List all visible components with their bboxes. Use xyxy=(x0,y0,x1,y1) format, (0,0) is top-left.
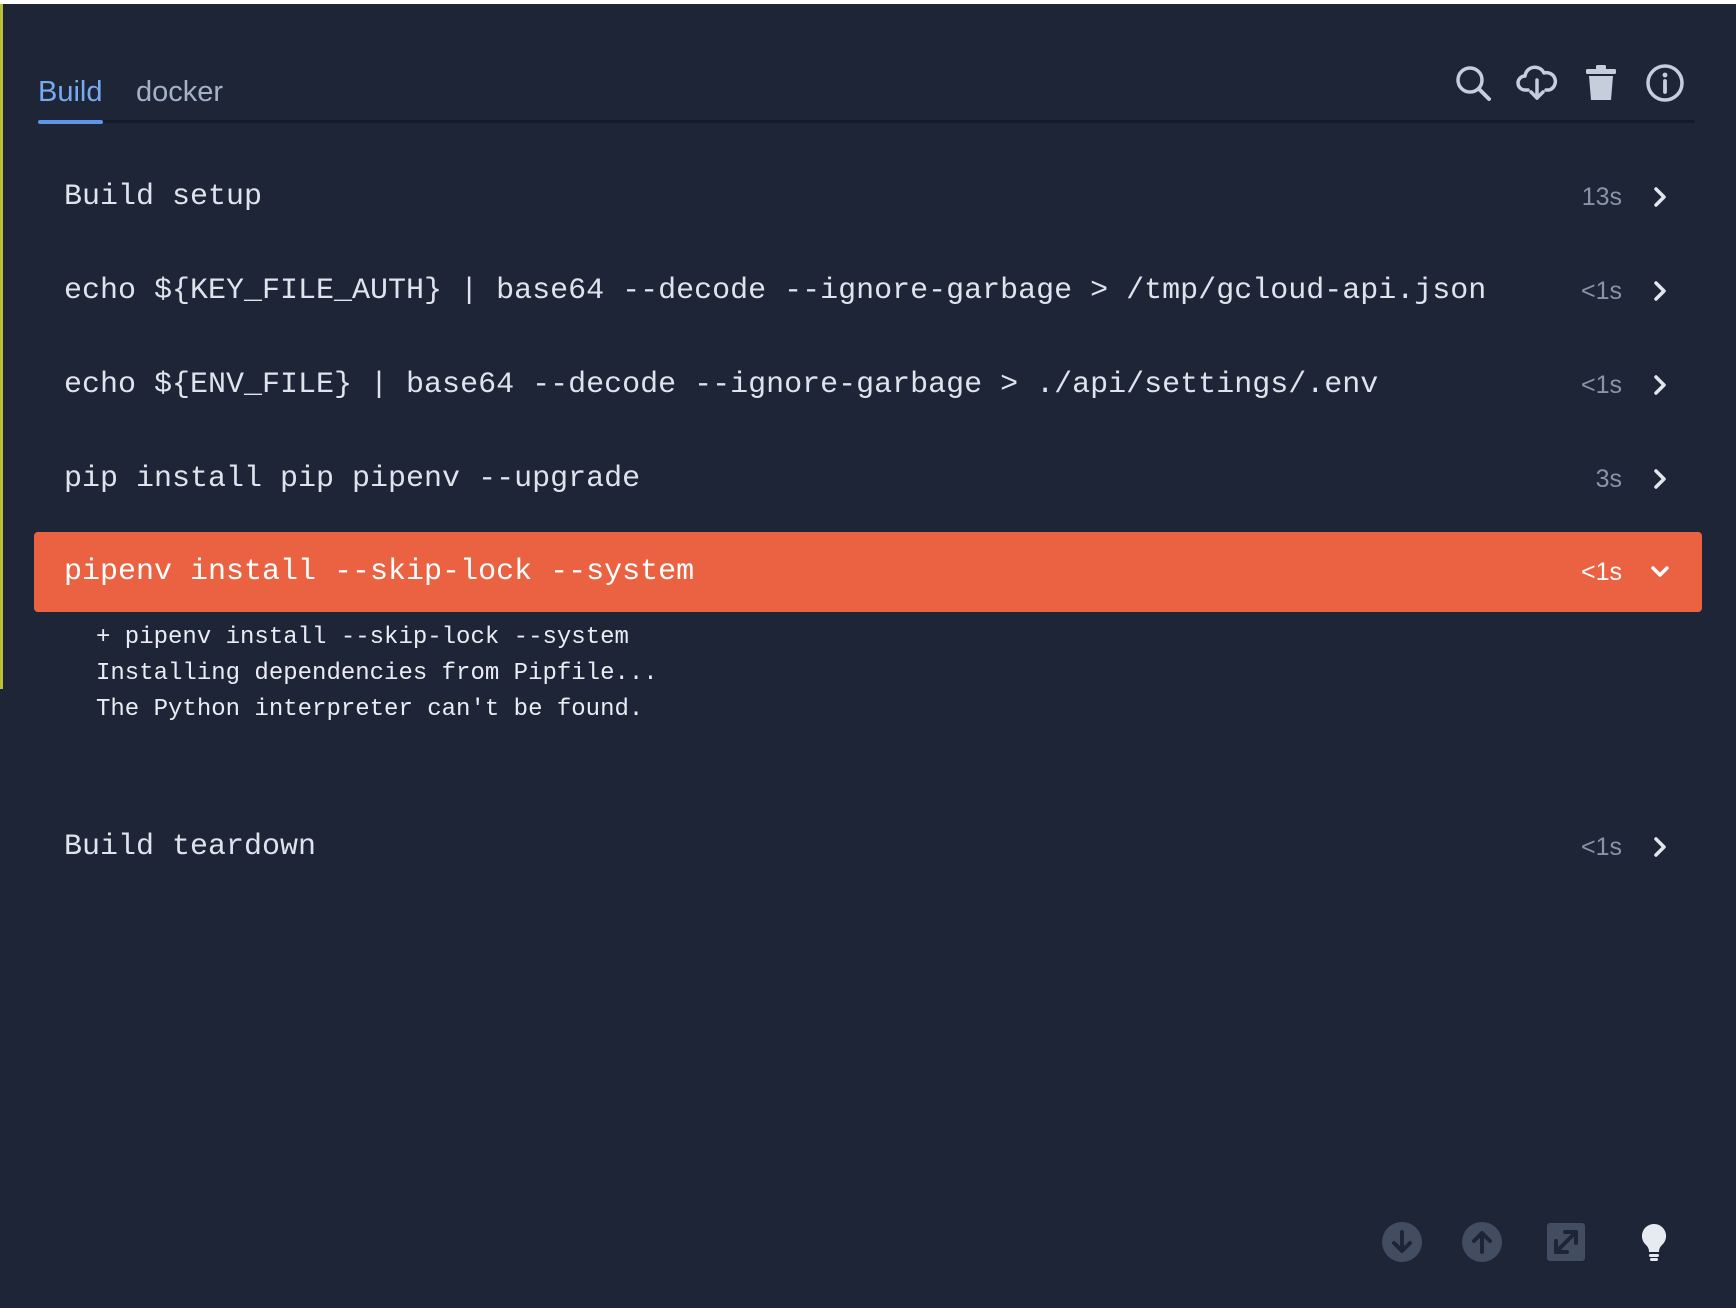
step-pip-install[interactable]: pip install pip pipenv --upgrade 3s xyxy=(34,439,1702,519)
chevron-right-icon xyxy=(1646,277,1674,305)
info-icon[interactable] xyxy=(1644,62,1686,104)
step-command: echo ${ENV_FILE} | base64 --decode --ign… xyxy=(64,368,1379,402)
scroll-up-icon[interactable] xyxy=(1460,1220,1504,1264)
step-log-output: + pipenv install --skip-lock --system Ins… xyxy=(96,620,658,728)
step-duration: <1s xyxy=(1580,277,1622,305)
step-build-teardown[interactable]: Build teardown <1s xyxy=(34,807,1702,887)
step-command: pip install pip pipenv --upgrade xyxy=(64,462,641,496)
step-command: Build teardown xyxy=(64,830,317,864)
chevron-right-icon xyxy=(1646,183,1674,211)
left-accent-bar xyxy=(0,4,3,689)
log-line: + pipenv install --skip-lock --system xyxy=(96,624,629,651)
cloud-download-icon[interactable] xyxy=(1516,62,1558,104)
chevron-right-icon xyxy=(1646,465,1674,493)
step-echo-key-file[interactable]: echo ${KEY_FILE_AUTH} | base64 --decode … xyxy=(34,251,1702,331)
scroll-down-icon[interactable] xyxy=(1380,1220,1424,1264)
step-duration: 3s xyxy=(1595,465,1622,493)
tab-build[interactable]: Build xyxy=(38,72,103,124)
window-top-edge xyxy=(0,0,1736,4)
step-command: pipenv install --skip-lock --system xyxy=(64,555,695,589)
step-build-setup[interactable]: Build setup 13s xyxy=(34,157,1702,237)
step-command: echo ${KEY_FILE_AUTH} | base64 --decode … xyxy=(64,274,1487,308)
chevron-right-icon xyxy=(1646,371,1674,399)
step-pipenv-install[interactable]: pipenv install --skip-lock --system <1s xyxy=(34,532,1702,612)
step-duration: <1s xyxy=(1580,833,1622,861)
step-duration: <1s xyxy=(1580,558,1622,586)
chevron-down-icon xyxy=(1646,558,1674,586)
chevron-right-icon xyxy=(1646,833,1674,861)
search-icon[interactable] xyxy=(1452,62,1494,104)
step-duration: <1s xyxy=(1580,371,1622,399)
log-line: The Python interpreter can't be found. xyxy=(96,696,644,723)
trash-icon[interactable] xyxy=(1580,62,1622,104)
step-command: Build setup xyxy=(64,180,263,214)
expand-icon[interactable] xyxy=(1544,1220,1588,1264)
tab-bar: Build docker xyxy=(38,60,1694,124)
step-echo-env-file[interactable]: echo ${ENV_FILE} | base64 --decode --ign… xyxy=(34,345,1702,425)
lightbulb-icon[interactable] xyxy=(1632,1220,1676,1264)
step-duration: 13s xyxy=(1581,183,1622,211)
log-line: Installing dependencies from Pipfile... xyxy=(96,660,658,687)
tab-docker[interactable]: docker xyxy=(136,72,223,112)
